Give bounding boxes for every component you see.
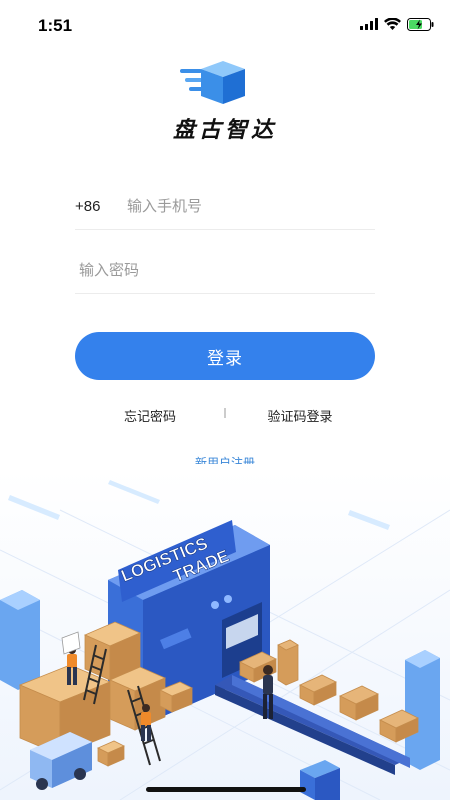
register-link[interactable]: 新用户注册 [175,452,275,464]
brand-name: 盘古智达 [172,117,277,143]
warehouse-illustration: LOGISTICS TRADE [0,470,450,800]
status-time: 1:51 [38,16,73,35]
sms-login-link[interactable]: 验证码登录 [258,406,342,425]
status-bar: 1:51 [0,0,450,44]
wifi-icon [384,18,401,30]
login-button[interactable]: 登录 [75,332,375,380]
password-input[interactable] [79,254,369,286]
forgot-password-link[interactable]: 忘记密码 [110,406,190,425]
phone-input[interactable] [127,190,367,222]
logistics-illustration: LOGISTICS TRADE [0,470,450,800]
status-icons [360,16,434,32]
box-delivery-icon [180,61,245,104]
link-divider [224,408,226,418]
phone-field: +86 [75,180,375,230]
cellular-signal-icon [360,18,378,30]
password-field [75,244,375,294]
battery-charging-icon [407,17,434,31]
home-indicator[interactable] [146,787,306,792]
country-code[interactable]: +86 [75,198,100,215]
